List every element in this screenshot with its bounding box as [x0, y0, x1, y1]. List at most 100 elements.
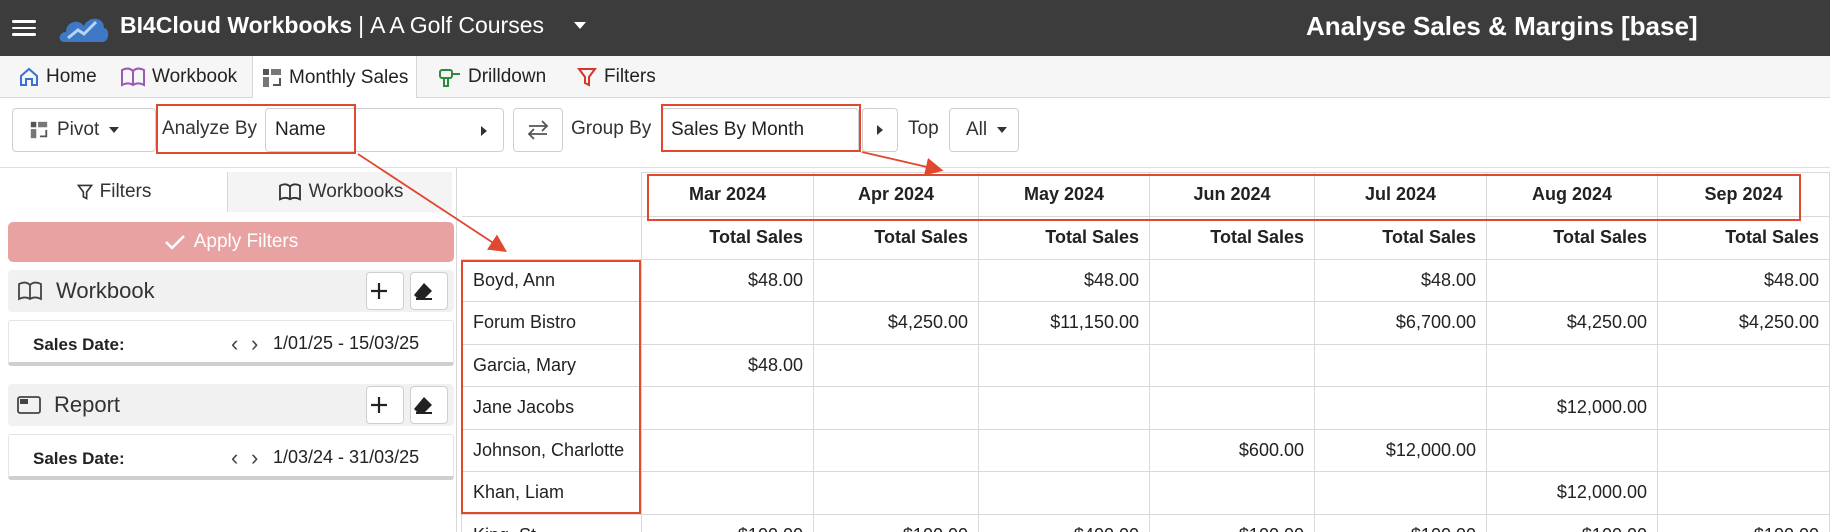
value-cell[interactable] — [641, 301, 814, 345]
value-cell[interactable] — [641, 471, 814, 515]
value-cell[interactable]: $48.00 — [641, 258, 814, 302]
value-cell[interactable]: $100.00 — [641, 513, 814, 532]
value-cell[interactable] — [978, 428, 1150, 472]
value-cell[interactable]: $100.00 — [1486, 513, 1658, 532]
value-cell[interactable] — [1657, 471, 1830, 515]
value-cell[interactable]: $12,000.00 — [1486, 386, 1658, 430]
tab-monthly-sales[interactable]: Monthly Sales — [252, 56, 418, 99]
row-name-cell[interactable]: Garcia, Mary — [461, 343, 642, 387]
value-cell[interactable] — [813, 428, 979, 472]
month-header[interactable]: Apr 2024 — [813, 172, 979, 217]
row-name-cell[interactable]: Boyd, Ann — [461, 258, 642, 302]
table-row[interactable]: Johnson, Charlotte $600.00 $12,000.00 — [461, 428, 1830, 472]
table-row[interactable]: Boyd, Ann $48.00 $48.00 $48.00 $48.00 — [461, 258, 1830, 302]
value-cell[interactable] — [641, 386, 814, 430]
value-cell[interactable]: $48.00 — [641, 343, 814, 387]
tab-home[interactable]: Home — [10, 56, 105, 98]
group-by-select[interactable]: Sales By Month — [661, 108, 859, 152]
clear-report-filter-button[interactable] — [410, 386, 448, 424]
filter-value[interactable]: 1/01/25 - 15/03/25 — [273, 333, 419, 354]
value-cell[interactable] — [1657, 428, 1830, 472]
value-cell[interactable] — [1314, 471, 1487, 515]
company-dropdown-icon[interactable] — [574, 22, 586, 29]
value-cell[interactable]: $6,700.00 — [1314, 301, 1487, 345]
table-row[interactable]: Garcia, Mary $48.00 — [461, 343, 1830, 387]
value-cell[interactable]: $48.00 — [1657, 258, 1830, 302]
month-header[interactable]: Jun 2024 — [1149, 172, 1315, 217]
value-cell[interactable]: $11,150.00 — [978, 301, 1150, 345]
value-cell[interactable] — [1486, 343, 1658, 387]
chevron-right-icon[interactable]: › — [251, 331, 258, 357]
apply-filters-button[interactable]: Apply Filters — [8, 222, 454, 262]
add-workbook-filter-button[interactable] — [366, 272, 404, 310]
value-cell[interactable] — [1149, 258, 1315, 302]
value-cell[interactable]: $100.00 — [813, 513, 979, 532]
chevron-left-icon[interactable]: ‹ — [231, 331, 238, 357]
value-cell[interactable]: $600.00 — [1149, 428, 1315, 472]
table-row[interactable]: Khan, Liam $12,000.00 — [461, 471, 1830, 515]
value-cell[interactable] — [813, 386, 979, 430]
value-cell[interactable]: $12,000.00 — [1314, 428, 1487, 472]
month-header[interactable]: May 2024 — [978, 172, 1150, 217]
company-name[interactable]: A A Golf Courses — [370, 12, 544, 38]
value-cell[interactable] — [1149, 471, 1315, 515]
month-header[interactable]: Mar 2024 — [641, 172, 814, 217]
value-cell[interactable] — [813, 471, 979, 515]
value-cell[interactable] — [813, 258, 979, 302]
swap-axes-button[interactable] — [513, 108, 563, 152]
row-name-cell[interactable]: King, St... — [461, 513, 642, 532]
value-cell[interactable] — [1149, 301, 1315, 345]
month-header[interactable]: Aug 2024 — [1486, 172, 1658, 217]
value-cell[interactable] — [1314, 343, 1487, 387]
value-cell[interactable] — [1314, 386, 1487, 430]
top-select[interactable]: All — [949, 108, 1019, 152]
pivot-button[interactable]: Pivot — [12, 108, 156, 152]
chevron-left-icon[interactable]: ‹ — [231, 445, 238, 471]
table-row[interactable]: King, St...$100.00$100.00$400.00$100.00$… — [461, 513, 1830, 532]
row-name-cell[interactable]: Jane Jacobs — [461, 386, 642, 430]
value-cell[interactable] — [978, 471, 1150, 515]
row-name-cell[interactable]: Johnson, Charlotte — [461, 428, 642, 472]
value-cell[interactable]: $48.00 — [978, 258, 1150, 302]
sidebar-tab-label: Workbooks — [308, 181, 404, 202]
value-cell[interactable]: $100.00 — [1314, 513, 1487, 532]
value-cell[interactable] — [641, 428, 814, 472]
value-cell[interactable]: $400.00 — [978, 513, 1150, 532]
tab-drilldown[interactable]: Drilldown — [430, 56, 554, 98]
add-report-filter-button[interactable] — [366, 386, 404, 424]
tab-workbook[interactable]: Workbook — [112, 56, 245, 98]
table-row[interactable]: Forum Bistro $4,250.00 $11,150.00 $6,700.00… — [461, 301, 1830, 345]
value-cell[interactable] — [1149, 386, 1315, 430]
value-cell[interactable]: $100.00 — [1657, 513, 1830, 532]
month-header[interactable]: Jul 2024 — [1314, 172, 1487, 217]
sidebar-tabs: Filters Workbooks — [0, 172, 452, 212]
month-header[interactable]: Sep 2024 — [1657, 172, 1830, 217]
value-cell[interactable]: $4,250.00 — [813, 301, 979, 345]
value-cell[interactable]: $100.00 — [1149, 513, 1315, 532]
menu-icon[interactable] — [12, 16, 36, 38]
clear-workbook-filter-button[interactable] — [410, 272, 448, 310]
value-cell[interactable]: $12,000.00 — [1486, 471, 1658, 515]
value-cell[interactable] — [978, 386, 1150, 430]
value-cell[interactable] — [1149, 343, 1315, 387]
chevron-right-icon[interactable]: › — [251, 445, 258, 471]
table-row[interactable]: Jane Jacobs $12,000.00 — [461, 386, 1830, 430]
value-cell[interactable] — [1486, 428, 1658, 472]
value-cell[interactable]: $4,250.00 — [1486, 301, 1658, 345]
value-cell[interactable] — [1657, 343, 1830, 387]
analyze-by-select[interactable]: Name — [265, 108, 504, 152]
value-cell[interactable] — [1486, 258, 1658, 302]
value-cell[interactable]: $4,250.00 — [1657, 301, 1830, 345]
value-cell[interactable] — [1657, 386, 1830, 430]
filter-value[interactable]: 1/03/24 - 31/03/25 — [273, 447, 419, 468]
group-by-expand-button[interactable] — [862, 108, 898, 152]
row-name-cell[interactable]: Khan, Liam — [461, 471, 642, 515]
tab-filters[interactable]: Filters — [568, 56, 664, 98]
value-cell[interactable] — [978, 343, 1150, 387]
book-icon — [278, 183, 301, 201]
sidebar-tab-filters[interactable]: Filters — [0, 172, 228, 212]
sidebar-tab-workbooks[interactable]: Workbooks — [228, 172, 452, 212]
row-name-cell[interactable]: Forum Bistro — [461, 301, 642, 345]
value-cell[interactable] — [813, 343, 979, 387]
value-cell[interactable]: $48.00 — [1314, 258, 1487, 302]
